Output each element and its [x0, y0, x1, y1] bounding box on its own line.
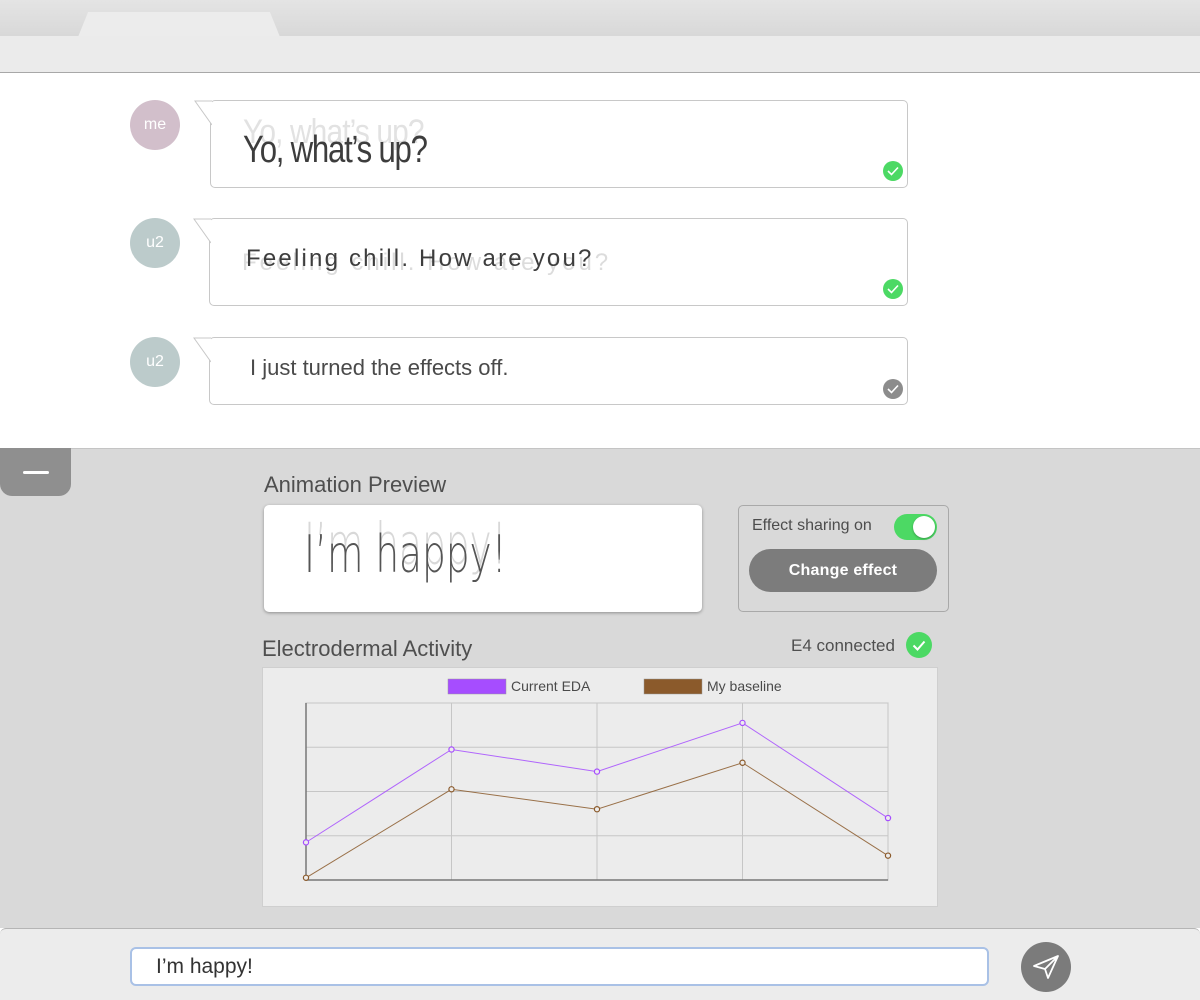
message-bubble: Yo, what’s up? Yo, what’s up? — [194, 100, 908, 188]
data-point — [739, 759, 746, 766]
legend-label: My baseline — [707, 678, 782, 694]
eda-title: Electrodermal Activity — [262, 636, 473, 661]
avatar-me: me — [130, 100, 180, 150]
paper-plane-icon — [1033, 955, 1059, 979]
message-text: I just turned the effects off. — [250, 355, 509, 380]
data-point — [593, 768, 601, 775]
data-point — [448, 746, 455, 753]
send-button[interactable] — [1021, 942, 1071, 992]
avatar-u2: u2 — [130, 218, 180, 268]
e4-status-text: E4 connected — [791, 636, 895, 655]
data-point — [884, 814, 892, 822]
animation-preview: I’m happy! I’m happy! — [264, 505, 702, 612]
message-text: Feeling chill. How are you? — [246, 245, 594, 272]
data-point — [302, 874, 310, 881]
message-text: Yo, what’s up? — [243, 129, 428, 171]
eda-chart-svg: Current EDA My baseline — [302, 678, 892, 881]
message-bubble: Feeling chill. How are you? Feeling chil… — [193, 218, 908, 306]
data-point — [739, 719, 746, 727]
bubble-tail — [194, 100, 212, 126]
check-green-icon — [883, 279, 903, 299]
check-green-icon — [906, 632, 932, 658]
effect-controls: Effect sharing on Change effect — [738, 505, 949, 612]
preview-text: I’m happy! — [304, 525, 507, 585]
bubble-tail — [193, 218, 211, 244]
toolbar — [0, 36, 1200, 73]
minus-icon — [22, 470, 49, 474]
message-bubble: I just turned the effects off. — [193, 337, 908, 405]
legend-swatch — [643, 678, 703, 695]
toggle-knob — [913, 516, 935, 538]
data-point — [593, 805, 601, 813]
message-input[interactable] — [130, 947, 989, 986]
check-green-icon — [883, 161, 903, 181]
avatar-u2: u2 — [130, 337, 180, 387]
data-point — [448, 786, 455, 793]
eda-chart: Current EDA My baseline — [262, 667, 938, 907]
legend-label: Current EDA — [511, 678, 591, 694]
effect-sharing-toggle[interactable] — [894, 514, 937, 540]
bubble-tail — [193, 337, 211, 363]
data-point — [884, 852, 892, 859]
check-gray-icon — [883, 379, 903, 399]
data-point — [302, 839, 310, 846]
effect-sharing-label: Effect sharing on — [752, 517, 872, 534]
collapse-panel-button[interactable] — [0, 448, 71, 496]
legend-swatch — [447, 678, 507, 695]
change-effect-button[interactable]: Change effect — [749, 549, 937, 592]
browser-tab[interactable] — [78, 12, 280, 37]
animation-preview-title: Animation Preview — [264, 472, 447, 497]
